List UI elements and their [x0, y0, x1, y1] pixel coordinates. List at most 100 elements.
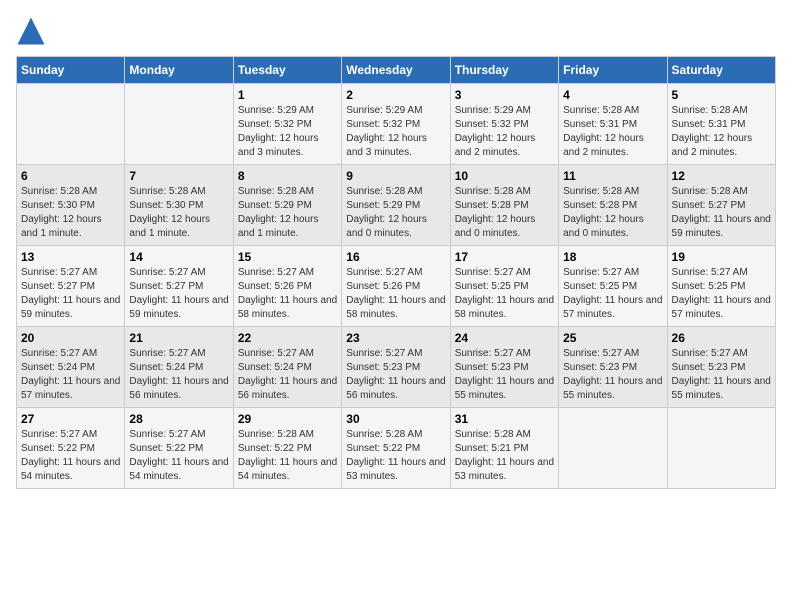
calendar-cell: 24 Sunrise: 5:27 AM Sunset: 5:23 PM Dayli…: [450, 327, 558, 408]
day-number: 10: [455, 169, 554, 183]
calendar-cell: 16 Sunrise: 5:27 AM Sunset: 5:26 PM Dayli…: [342, 246, 450, 327]
weekday-header-tuesday: Tuesday: [233, 57, 341, 84]
cell-content: Sunrise: 5:27 AM Sunset: 5:23 PM Dayligh…: [672, 347, 771, 403]
day-number: 15: [238, 250, 337, 264]
day-number: 4: [563, 88, 662, 102]
calendar-cell: 19Sunrise: 5:27 AM Sunset: 5:25 PM Dayli…: [667, 246, 775, 327]
cell-content: Sunrise: 5:27 AM Sunset: 5:23 PM Dayligh…: [346, 347, 445, 403]
day-number: 25: [563, 331, 662, 345]
cell-content: Sunrise: 5:27 AM Sunset: 5:23 PM Dayligh…: [455, 347, 554, 403]
day-number: 6: [21, 169, 120, 183]
calendar-cell: 13 Sunrise: 5:27 AM Sunset: 5:27 PM Dayli…: [17, 246, 125, 327]
cell-content: Sunrise: 5:28 AM Sunset: 5:30 PM Dayligh…: [21, 185, 120, 241]
calendar-cell: [667, 408, 775, 489]
day-number: 12: [672, 169, 771, 183]
day-number: 19: [672, 250, 771, 264]
cell-content: Sunrise: 5:27 AM Sunset: 5:27 PM Dayligh…: [21, 266, 120, 322]
page-header: [16, 16, 776, 46]
calendar-cell: [559, 408, 667, 489]
day-number: 2: [346, 88, 445, 102]
calendar-cell: 18 Sunrise: 5:27 AM Sunset: 5:25 PM Dayli…: [559, 246, 667, 327]
calendar-cell: 10Sunrise: 5:28 AM Sunset: 5:28 PM Dayli…: [450, 165, 558, 246]
calendar-week-row: 20 Sunrise: 5:27 AM Sunset: 5:24 PM Dayli…: [17, 327, 776, 408]
day-number: 26: [672, 331, 771, 345]
calendar-cell: 27 Sunrise: 5:27 AM Sunset: 5:22 PM Dayli…: [17, 408, 125, 489]
day-number: 27: [21, 412, 120, 426]
cell-content: Sunrise: 5:27 AM Sunset: 5:27 PM Dayligh…: [129, 266, 228, 322]
calendar-cell: 15Sunrise: 5:27 AM Sunset: 5:26 PM Dayli…: [233, 246, 341, 327]
calendar-cell: 7Sunrise: 5:28 AM Sunset: 5:30 PM Daylig…: [125, 165, 233, 246]
weekday-header-wednesday: Wednesday: [342, 57, 450, 84]
logo: [16, 16, 50, 46]
weekday-header-saturday: Saturday: [667, 57, 775, 84]
cell-content: Sunrise: 5:28 AM Sunset: 5:27 PM Dayligh…: [672, 185, 771, 241]
day-number: 24: [455, 331, 554, 345]
cell-content: Sunrise: 5:27 AM Sunset: 5:24 PM Dayligh…: [21, 347, 120, 403]
weekday-header-sunday: Sunday: [17, 57, 125, 84]
calendar-cell: 22 Sunrise: 5:27 AM Sunset: 5:24 PM Dayli…: [233, 327, 341, 408]
day-number: 31: [455, 412, 554, 426]
day-number: 16: [346, 250, 445, 264]
day-number: 1: [238, 88, 337, 102]
day-number: 29: [238, 412, 337, 426]
cell-content: Sunrise: 5:27 AM Sunset: 5:24 PM Dayligh…: [129, 347, 228, 403]
calendar-cell: 6 Sunrise: 5:28 AM Sunset: 5:30 PM Daylig…: [17, 165, 125, 246]
calendar-week-row: 13 Sunrise: 5:27 AM Sunset: 5:27 PM Dayli…: [17, 246, 776, 327]
calendar-week-row: 6 Sunrise: 5:28 AM Sunset: 5:30 PM Daylig…: [17, 165, 776, 246]
cell-content: Sunrise: 5:28 AM Sunset: 5:29 PM Dayligh…: [346, 185, 445, 241]
calendar-cell: 31Sunrise: 5:28 AM Sunset: 5:21 PM Dayli…: [450, 408, 558, 489]
calendar-cell: 23 Sunrise: 5:27 AM Sunset: 5:23 PM Dayli…: [342, 327, 450, 408]
calendar-cell: 3 Sunrise: 5:29 AM Sunset: 5:32 PM Daylig…: [450, 84, 558, 165]
calendar-cell: [125, 84, 233, 165]
day-number: 18: [563, 250, 662, 264]
day-number: 13: [21, 250, 120, 264]
calendar-cell: [17, 84, 125, 165]
day-number: 22: [238, 331, 337, 345]
day-number: 11: [563, 169, 662, 183]
calendar-week-row: 1 Sunrise: 5:29 AM Sunset: 5:32 PM Daylig…: [17, 84, 776, 165]
calendar-cell: 29Sunrise: 5:28 AM Sunset: 5:22 PM Dayli…: [233, 408, 341, 489]
cell-content: Sunrise: 5:28 AM Sunset: 5:22 PM Dayligh…: [346, 428, 445, 484]
cell-content: Sunrise: 5:29 AM Sunset: 5:32 PM Dayligh…: [455, 104, 554, 160]
weekday-header-thursday: Thursday: [450, 57, 558, 84]
day-number: 17: [455, 250, 554, 264]
cell-content: Sunrise: 5:27 AM Sunset: 5:24 PM Dayligh…: [238, 347, 337, 403]
cell-content: Sunrise: 5:29 AM Sunset: 5:32 PM Dayligh…: [238, 104, 337, 160]
day-number: 5: [672, 88, 771, 102]
calendar-cell: 28 Sunrise: 5:27 AM Sunset: 5:22 PM Dayli…: [125, 408, 233, 489]
calendar-cell: 9 Sunrise: 5:28 AM Sunset: 5:29 PM Daylig…: [342, 165, 450, 246]
cell-content: Sunrise: 5:27 AM Sunset: 5:22 PM Dayligh…: [21, 428, 120, 484]
calendar-cell: 1 Sunrise: 5:29 AM Sunset: 5:32 PM Daylig…: [233, 84, 341, 165]
day-number: 23: [346, 331, 445, 345]
day-number: 3: [455, 88, 554, 102]
day-number: 28: [129, 412, 228, 426]
calendar-cell: 4Sunrise: 5:28 AM Sunset: 5:31 PM Daylig…: [559, 84, 667, 165]
cell-content: Sunrise: 5:27 AM Sunset: 5:26 PM Dayligh…: [346, 266, 445, 322]
calendar-cell: 26 Sunrise: 5:27 AM Sunset: 5:23 PM Dayli…: [667, 327, 775, 408]
calendar-cell: 11 Sunrise: 5:28 AM Sunset: 5:28 PM Dayli…: [559, 165, 667, 246]
cell-content: Sunrise: 5:28 AM Sunset: 5:29 PM Dayligh…: [238, 185, 337, 241]
cell-content: Sunrise: 5:28 AM Sunset: 5:30 PM Dayligh…: [129, 185, 228, 241]
calendar-cell: 14 Sunrise: 5:27 AM Sunset: 5:27 PM Dayli…: [125, 246, 233, 327]
calendar-cell: 8Sunrise: 5:28 AM Sunset: 5:29 PM Daylig…: [233, 165, 341, 246]
cell-content: Sunrise: 5:27 AM Sunset: 5:23 PM Dayligh…: [563, 347, 662, 403]
cell-content: Sunrise: 5:27 AM Sunset: 5:25 PM Dayligh…: [455, 266, 554, 322]
cell-content: Sunrise: 5:27 AM Sunset: 5:22 PM Dayligh…: [129, 428, 228, 484]
day-number: 30: [346, 412, 445, 426]
day-number: 20: [21, 331, 120, 345]
calendar-cell: 12 Sunrise: 5:28 AM Sunset: 5:27 PM Dayli…: [667, 165, 775, 246]
cell-content: Sunrise: 5:28 AM Sunset: 5:28 PM Dayligh…: [563, 185, 662, 241]
calendar-cell: 17 Sunrise: 5:27 AM Sunset: 5:25 PM Dayli…: [450, 246, 558, 327]
weekday-header-row: SundayMondayTuesdayWednesdayThursdayFrid…: [17, 57, 776, 84]
calendar-cell: 25 Sunrise: 5:27 AM Sunset: 5:23 PM Dayli…: [559, 327, 667, 408]
day-number: 14: [129, 250, 228, 264]
calendar-cell: 20 Sunrise: 5:27 AM Sunset: 5:24 PM Dayli…: [17, 327, 125, 408]
calendar-cell: 30 Sunrise: 5:28 AM Sunset: 5:22 PM Dayli…: [342, 408, 450, 489]
weekday-header-monday: Monday: [125, 57, 233, 84]
day-number: 9: [346, 169, 445, 183]
calendar-table: SundayMondayTuesdayWednesdayThursdayFrid…: [16, 56, 776, 489]
cell-content: Sunrise: 5:27 AM Sunset: 5:25 PM Dayligh…: [563, 266, 662, 322]
calendar-cell: 2Sunrise: 5:29 AM Sunset: 5:32 PM Daylig…: [342, 84, 450, 165]
cell-content: Sunrise: 5:28 AM Sunset: 5:31 PM Dayligh…: [672, 104, 771, 160]
logo-icon: [16, 16, 46, 46]
